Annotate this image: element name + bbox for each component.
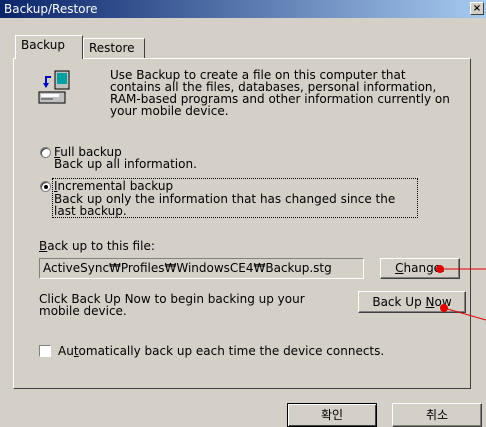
backup-restore-dialog: Backup/Restore × Backup Restore Use Back… [0,0,486,427]
incremental-backup-description-2: last backup. [54,204,127,218]
incremental-backup-title: ncremental backup [57,179,174,193]
backup-description: Use Backup to create a file on this comp… [110,69,470,117]
tab-restore-label: Restore [89,41,135,55]
backup-file-label: Back up to this file: [39,240,155,252]
incremental-backup-radio[interactable] [40,181,51,192]
auto-backup-label-pre: Au [58,344,74,358]
auto-backup-label[interactable]: Automatically back up each time the devi… [58,345,384,357]
auto-backup-checkbox[interactable] [39,345,51,357]
full-backup-radio[interactable] [40,147,51,158]
annotation-callout-lines [440,268,486,321]
backup-now-accel: N [425,295,435,309]
tab-backup-label: Backup [21,38,65,52]
backup-file-path-field[interactable]: ActiveSync₩Profiles₩WindowsCE4₩Backup.st… [39,258,364,279]
change-accel: C [395,261,404,275]
full-backup-description: Back up all information. [54,157,197,171]
incremental-backup-label[interactable]: Incremental backup [54,180,173,192]
backup-now-instructions-2: mobile device. [39,304,127,318]
close-button[interactable]: × [470,2,484,15]
radio-selected-dot [44,185,48,189]
title-bar: Backup/Restore × [0,0,486,18]
backup-file-accel: B [39,239,48,253]
window-title: Backup/Restore [4,2,98,16]
backup-icon [38,70,70,104]
backup-now-label-pre: Back Up [372,295,426,309]
tab-restore[interactable]: Restore [83,38,145,58]
ok-button[interactable]: 확인 [287,403,377,427]
tab-backup[interactable]: Backup [15,35,83,59]
auto-backup-label-post: omatically back up each time the device … [78,344,385,358]
backup-file-label-text: ack up to this file: [47,239,155,253]
cancel-button[interactable]: 취소 [392,403,482,427]
description-line: your mobile device. [110,104,229,118]
